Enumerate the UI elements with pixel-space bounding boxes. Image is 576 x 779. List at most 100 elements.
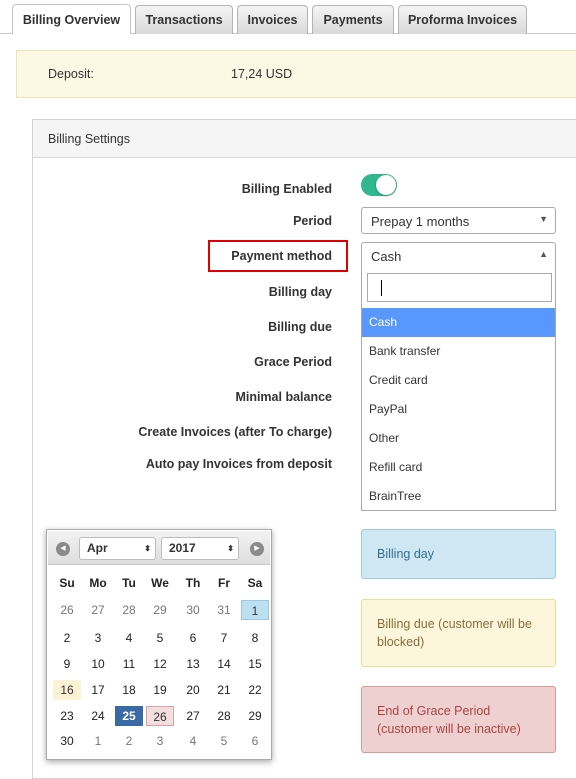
calendar-day[interactable]: 23 (53, 706, 81, 726)
legend-billing-day-text: Billing day (377, 547, 434, 561)
option-credit-card[interactable]: Credit card (362, 366, 555, 395)
calendar-day[interactable]: 4 (179, 731, 207, 751)
billing-enabled-toggle[interactable] (361, 174, 397, 196)
year-select-value: 2017 (169, 541, 196, 555)
weekday-header: We (151, 576, 169, 590)
calendar-day[interactable]: 1 (84, 731, 112, 751)
calendar-day[interactable]: 18 (115, 680, 143, 700)
weekday-header: Fr (218, 576, 230, 590)
text-caret (381, 280, 382, 296)
legend-grace-end: End of Grace Period (customer will be in… (361, 686, 556, 753)
calendar-day[interactable]: 30 (53, 731, 81, 751)
legend-billing-day: Billing day (361, 529, 556, 579)
calendar-day[interactable]: 30 (179, 600, 207, 620)
label-billing-day: Billing day (268, 285, 332, 299)
option-paypal[interactable]: PayPal (362, 395, 555, 424)
calendar-day[interactable]: 11 (115, 654, 143, 674)
calendar-day[interactable]: 8 (241, 628, 269, 648)
label-payment-method: Payment method (231, 249, 332, 263)
calendar-day[interactable]: 28 (210, 706, 238, 726)
label-billing-due: Billing due (268, 320, 332, 334)
calendar-day[interactable]: 9 (53, 654, 81, 674)
calendar-day[interactable]: 3 (146, 731, 174, 751)
calendar-day[interactable]: 26 (53, 600, 81, 620)
calendar-day[interactable]: 7 (210, 628, 238, 648)
option-bank-transfer[interactable]: Bank transfer (362, 337, 555, 366)
panel-header: Billing Settings (33, 120, 576, 158)
legend-billing-due: Billing due (customer will be blocked) (361, 599, 556, 667)
period-select[interactable]: Prepay 1 months ▼ (361, 207, 556, 234)
weekday-header: Sa (247, 576, 263, 590)
calendar-day[interactable]: 26 (146, 706, 174, 726)
label-grace-period: Grace Period (254, 355, 332, 369)
payment-method-select-value: Cash (371, 249, 402, 264)
year-select[interactable]: 2017 ⬍ (161, 537, 239, 560)
label-create-invoices: Create Invoices (after To charge) (138, 425, 332, 439)
date-picker-header: ◀ Apr ⬍ 2017 ⬍ ▶ (48, 531, 270, 565)
calendar-day[interactable]: 24 (84, 706, 112, 726)
month-select-value: Apr (87, 541, 108, 555)
tab-proforma-invoices[interactable]: Proforma Invoices (398, 5, 527, 34)
calendar-day[interactable]: 27 (179, 706, 207, 726)
period-select-value: Prepay 1 months (371, 214, 470, 229)
option-cash[interactable]: Cash (362, 308, 555, 337)
dropdown-search-input[interactable] (367, 273, 552, 302)
calendar-day[interactable]: 15 (241, 654, 269, 674)
deposit-value: 17,24 USD (231, 67, 293, 81)
tab-billing-overview[interactable]: Billing Overview (12, 4, 131, 34)
calendar-day[interactable]: 17 (84, 680, 112, 700)
calendar-day[interactable]: 31 (210, 600, 238, 620)
calendar-day[interactable]: 29 (146, 600, 174, 620)
label-period: Period (293, 214, 332, 228)
tab-payments[interactable]: Payments (312, 5, 394, 34)
calendar-day[interactable]: 19 (146, 680, 174, 700)
label-minimal-balance: Minimal balance (235, 390, 332, 404)
toggle-knob (376, 175, 396, 195)
month-select[interactable]: Apr ⬍ (79, 537, 156, 560)
calendar-day[interactable]: 2 (115, 731, 143, 751)
updown-arrows-icon: ⬍ (227, 544, 234, 553)
tab-transactions[interactable]: Transactions (135, 5, 233, 34)
payment-method-dropdown: Cash Bank transfer Credit card PayPal Ot… (361, 267, 556, 511)
legend-billing-due-text: Billing due (customer will be blocked) (377, 617, 532, 649)
calendar-day[interactable]: 16 (53, 680, 81, 700)
date-picker: ◀ Apr ⬍ 2017 ⬍ ▶ Su Mo Tu We Th Fr Sa 26 27 28 29 3… (46, 529, 272, 760)
chevron-down-icon: ▼ (539, 214, 548, 224)
calendar-day[interactable]: 12 (146, 654, 174, 674)
tab-invoices[interactable]: Invoices (237, 5, 308, 34)
calendar-day[interactable]: 29 (241, 706, 269, 726)
calendar-day[interactable]: 2 (53, 628, 81, 648)
calendar-day[interactable]: 20 (179, 680, 207, 700)
chevron-left-icon[interactable]: ◀ (56, 542, 70, 556)
calendar-day[interactable]: 21 (210, 680, 238, 700)
calendar-day[interactable]: 5 (210, 731, 238, 751)
calendar-day[interactable]: 14 (210, 654, 238, 674)
label-auto-pay: Auto pay Invoices from deposit (145, 457, 332, 471)
calendar-day[interactable]: 3 (84, 628, 112, 648)
tab-bar: Billing Overview Transactions Invoices P… (0, 0, 576, 34)
legend-grace-end-text: End of Grace Period (customer will be in… (377, 703, 521, 736)
weekday-header: Su (59, 576, 75, 590)
calendar-day[interactable]: 6 (241, 731, 269, 751)
weekday-header: Th (185, 576, 201, 590)
calendar-day[interactable]: 28 (115, 600, 143, 620)
calendar-day[interactable]: 1 (241, 600, 269, 620)
calendar-day[interactable]: 4 (115, 628, 143, 648)
weekday-header: Tu (122, 576, 136, 590)
calendar-day[interactable]: 25 (115, 706, 143, 726)
calendar-day[interactable]: 5 (146, 628, 174, 648)
updown-arrows-icon: ⬍ (144, 544, 151, 553)
deposit-label: Deposit: (48, 67, 94, 81)
option-other[interactable]: Other (362, 424, 555, 453)
option-refill-card[interactable]: Refill card (362, 453, 555, 482)
chevron-right-icon[interactable]: ▶ (250, 542, 264, 556)
option-braintree[interactable]: BrainTree (362, 482, 555, 511)
payment-method-select[interactable]: Cash ▲ (361, 242, 556, 269)
calendar-day[interactable]: 10 (84, 654, 112, 674)
chevron-up-icon: ▲ (539, 249, 548, 259)
calendar-day[interactable]: 27 (84, 600, 112, 620)
calendar-day[interactable]: 6 (179, 628, 207, 648)
calendar-day[interactable]: 13 (179, 654, 207, 674)
calendar-day[interactable]: 22 (241, 680, 269, 700)
weekday-header: Mo (89, 576, 107, 590)
